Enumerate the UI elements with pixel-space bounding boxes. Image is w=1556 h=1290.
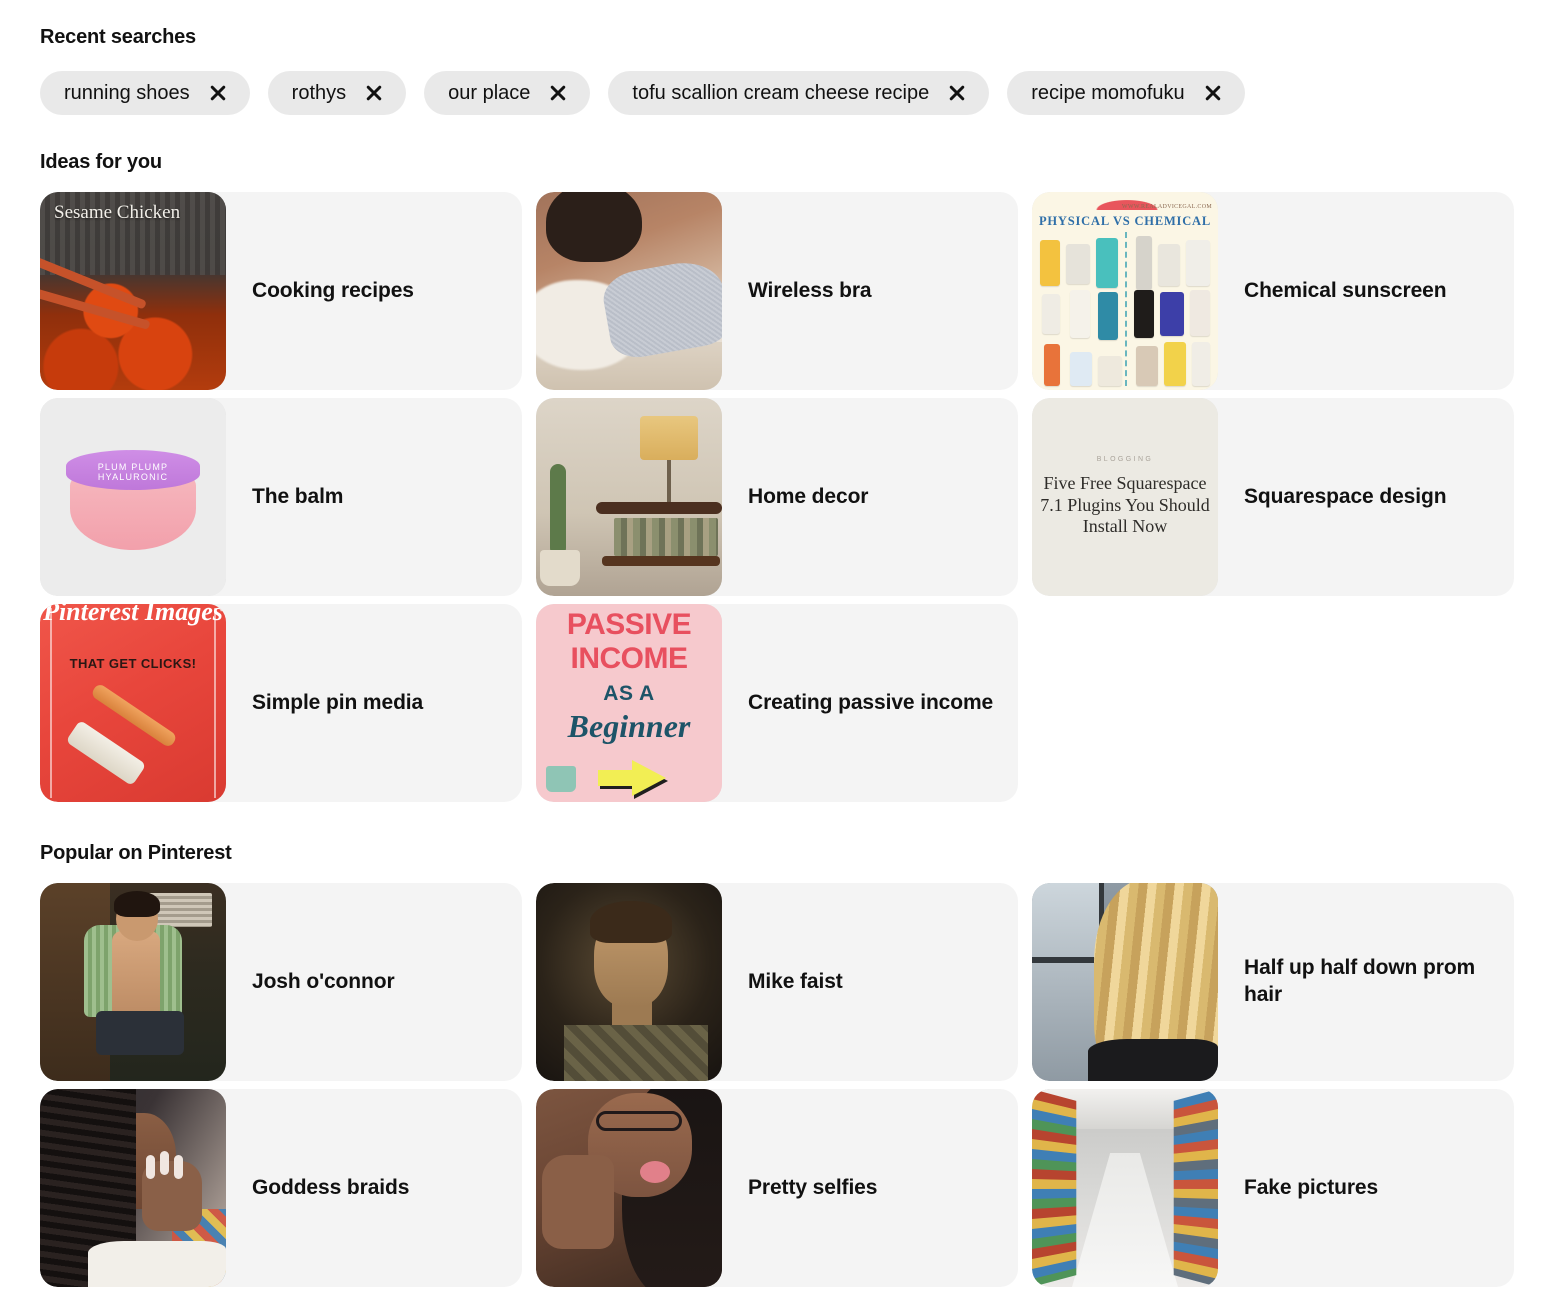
- popular-card-pretty-selfies[interactable]: Pretty selfies: [536, 1089, 1018, 1287]
- recent-search-chip-label: our place: [448, 82, 531, 104]
- pretty-selfie-photo: [536, 1089, 722, 1287]
- thumb-overlay-text: Pinterest Images: [43, 604, 223, 626]
- popular-card-mike-faist[interactable]: Mike faist: [536, 883, 1018, 1081]
- thumb-overlay-text-line3: AS A: [603, 682, 655, 705]
- idea-card-home-decor[interactable]: Home decor: [536, 398, 1018, 596]
- thumb-overlay-text: PHYSICAL VS CHEMICAL: [1038, 214, 1212, 228]
- recent-search-chip-rothys[interactable]: rothys: [267, 71, 407, 115]
- idea-card-cooking-recipes[interactable]: Sesame Chicken Cooking recipes: [40, 192, 522, 390]
- sunscreen-comparison-graphic: WWW.REALADVICEGAL.COM PHYSICAL VS CHEMIC…: [1032, 192, 1218, 390]
- passive-income-graphic: PASSIVE INCOME AS A Beginner: [536, 604, 722, 802]
- idea-grid-empty-cell: [1032, 604, 1514, 802]
- ideas-for-you-grid: Sesame Chicken Cooking recipes Wireless …: [40, 192, 1516, 802]
- popular-card-fake-pictures[interactable]: Fake pictures: [1032, 1089, 1514, 1287]
- idea-card-label: Home decor: [748, 484, 869, 508]
- recent-search-chip-label: running shoes: [64, 82, 190, 104]
- thumb-overlay-text: Five Free Squarespace 7.1 Plugins You Sh…: [1040, 472, 1210, 537]
- wireless-bra-photo: [536, 192, 722, 390]
- thumb-kicker-text: BLOGGING: [1096, 455, 1154, 463]
- ideas-for-you-title: Ideas for you: [40, 151, 162, 173]
- grocery-aisle-photo: [1032, 1089, 1218, 1287]
- idea-card-simple-pin-media[interactable]: Pinterest Images THAT GET CLICKS! Simple…: [40, 604, 522, 802]
- search-suggestions-panel: Recent searches running shoes rothys our…: [0, 0, 1556, 1290]
- squarespace-blog-graphic: BLOGGING Five Free Squarespace 7.1 Plugi…: [1032, 398, 1218, 596]
- idea-card-label: Creating passive income: [748, 690, 994, 714]
- prom-hair-photo: [1032, 883, 1218, 1081]
- idea-card-creating-passive-income[interactable]: PASSIVE INCOME AS A Beginner Creating pa…: [536, 604, 1018, 802]
- living-room-shelf-photo: [536, 398, 722, 596]
- mike-faist-photo: [536, 883, 722, 1081]
- plum-plump-jar-photo: PLUM PLUMP HYALURONIC: [40, 398, 226, 596]
- idea-card-chemical-sunscreen[interactable]: WWW.REALADVICEGAL.COM PHYSICAL VS CHEMIC…: [1032, 192, 1514, 390]
- thumb-overlay-text: PLUM PLUMP HYALURONIC: [97, 462, 169, 482]
- josh-oconnor-photo: [40, 883, 226, 1081]
- sunscreen-product-grid: [1036, 234, 1214, 388]
- idea-card-label: Wireless bra: [748, 278, 872, 302]
- recent-search-chip-label: tofu scallion cream cheese recipe: [632, 82, 930, 104]
- recent-searches-section: Recent searches running shoes rothys our…: [40, 0, 1516, 115]
- recent-search-chip-label: rothys: [291, 82, 347, 104]
- thumb-overlay-text-line2: INCOME: [570, 642, 689, 675]
- recent-search-chip-our-place[interactable]: our place: [424, 71, 591, 115]
- ideas-for-you-section: Ideas for you Sesame Chicken Cooking rec…: [40, 115, 1516, 802]
- recent-search-chip-label: recipe momofuku: [1031, 82, 1185, 104]
- thumb-overlay-text-line4: Beginner: [567, 708, 691, 744]
- idea-card-label: Squarespace design: [1244, 484, 1447, 508]
- popular-on-pinterest-title: Popular on Pinterest: [40, 842, 232, 864]
- recent-searches-title: Recent searches: [40, 26, 196, 48]
- close-icon[interactable]: [548, 83, 568, 103]
- sesame-chicken-photo: Sesame Chicken: [40, 192, 226, 390]
- idea-card-label: The balm: [252, 484, 344, 508]
- popular-card-label: Fake pictures: [1244, 1175, 1379, 1199]
- popular-card-label: Mike faist: [748, 969, 843, 993]
- popular-card-label: Goddess braids: [252, 1175, 410, 1199]
- popular-card-josh-oconnor[interactable]: Josh o'connor: [40, 883, 522, 1081]
- recent-search-chip-recipe-momofuku[interactable]: recipe momofuku: [1007, 71, 1245, 115]
- popular-card-label: Josh o'connor: [252, 969, 395, 993]
- thumb-overlay-subtext: THAT GET CLICKS!: [69, 656, 197, 671]
- idea-card-label: Simple pin media: [252, 690, 424, 714]
- thumb-overlay-text-line1: PASSIVE: [566, 608, 692, 641]
- idea-card-label: Cooking recipes: [252, 278, 414, 302]
- close-icon[interactable]: [947, 83, 967, 103]
- idea-card-wireless-bra[interactable]: Wireless bra: [536, 192, 1018, 390]
- close-icon[interactable]: [364, 83, 384, 103]
- recent-search-chip-running-shoes[interactable]: running shoes: [40, 71, 250, 115]
- thumb-url-text: WWW.REALADVICEGAL.COM: [1121, 204, 1212, 210]
- recent-searches-chip-list: running shoes rothys our place tofu scal…: [40, 71, 1516, 115]
- idea-card-label: Chemical sunscreen: [1244, 278, 1447, 302]
- popular-card-label: Half up half down prom hair: [1244, 956, 1476, 1006]
- goddess-braids-photo: [40, 1089, 226, 1287]
- pinterest-images-graphic: Pinterest Images THAT GET CLICKS!: [40, 604, 226, 802]
- popular-on-pinterest-section: Popular on Pinterest Josh o'connor Mike …: [40, 802, 1516, 1287]
- close-icon[interactable]: [208, 83, 228, 103]
- popular-on-pinterest-grid: Josh o'connor Mike faist Half up half do…: [40, 883, 1516, 1287]
- thumb-overlay-text: Sesame Chicken: [54, 202, 181, 223]
- popular-card-half-up-half-down-prom-hair[interactable]: Half up half down prom hair: [1032, 883, 1514, 1081]
- recent-search-chip-tofu-scallion-cream-cheese-recipe[interactable]: tofu scallion cream cheese recipe: [608, 71, 990, 115]
- idea-card-squarespace-design[interactable]: BLOGGING Five Free Squarespace 7.1 Plugi…: [1032, 398, 1514, 596]
- popular-card-label: Pretty selfies: [748, 1175, 878, 1199]
- close-icon[interactable]: [1203, 83, 1223, 103]
- popular-card-goddess-braids[interactable]: Goddess braids: [40, 1089, 522, 1287]
- idea-card-the-balm[interactable]: PLUM PLUMP HYALURONIC The balm: [40, 398, 522, 596]
